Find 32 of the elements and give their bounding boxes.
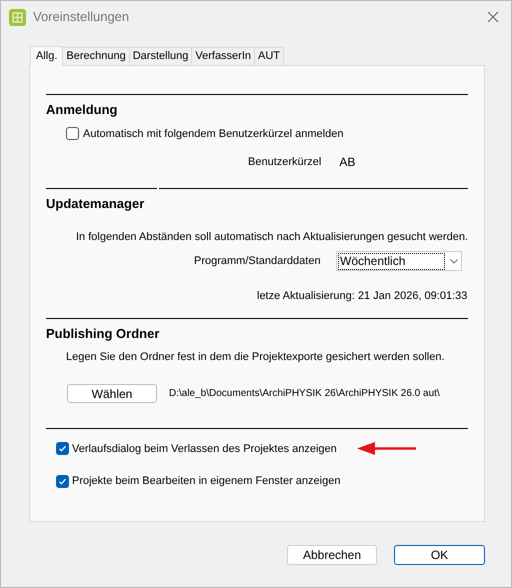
description-text: Legen Sie den Ordner fest in dem die Projektexporte gesichert werden sollen. [66,350,446,365]
chevron-down-icon [450,258,458,264]
tab[interactable]: Allg. [30,46,64,66]
field-label: Programm/Standarddaten [194,254,322,269]
checkbox-label: Automatisch mit folgendem Benutzerkürzel anmelden [83,126,344,142]
tab[interactable]: Darstellung [130,47,192,65]
interval-dropdown[interactable]: Wöchentlich [336,251,462,271]
section-heading: Updatemanager [46,195,146,213]
choose-button[interactable]: Wählen [67,384,157,402]
checkbox-label: Projekte beim Bearbeiten in eigenem Fenster anzeigen [72,474,340,489]
description-text: In folgenden Abständen soll automatisch nach Aktualisierungen gesucht werden. [76,230,468,244]
arrow-icon [356,442,416,456]
field-label: Benutzerkürzel [248,154,322,170]
checkbox-label: Verlaufsdialog beim Verlassen des Projektes anzeigen [72,442,337,456]
folder-path: D:\ale_b\Documents\ArchiPHYSIK 26\ArchiPHYSIK 26.0 aut\ [169,386,440,400]
app-icon [9,8,26,26]
section-heading: Publishing Ordner [46,324,160,343]
cancel-button[interactable]: Abbrechen [287,545,377,565]
window-title: Voreinstellungen [33,8,130,26]
tab[interactable]: VerfasserIn [192,47,256,65]
close-icon[interactable] [487,11,499,23]
section-heading: Anmeldung [46,101,118,119]
tab[interactable]: AUT [255,47,284,65]
shortcut-value: AB [339,154,356,171]
checkbox[interactable] [56,442,69,456]
last-update-text: letze Aktualisierung: 21 Jan 2026, 09:01:33 [257,289,468,304]
tab[interactable]: Berechnung [63,47,130,65]
checkbox[interactable] [56,474,69,488]
checkbox[interactable] [66,127,79,140]
checkmark-icon [58,476,67,486]
ok-button[interactable]: OK [394,545,485,565]
checkmark-icon [58,444,67,454]
